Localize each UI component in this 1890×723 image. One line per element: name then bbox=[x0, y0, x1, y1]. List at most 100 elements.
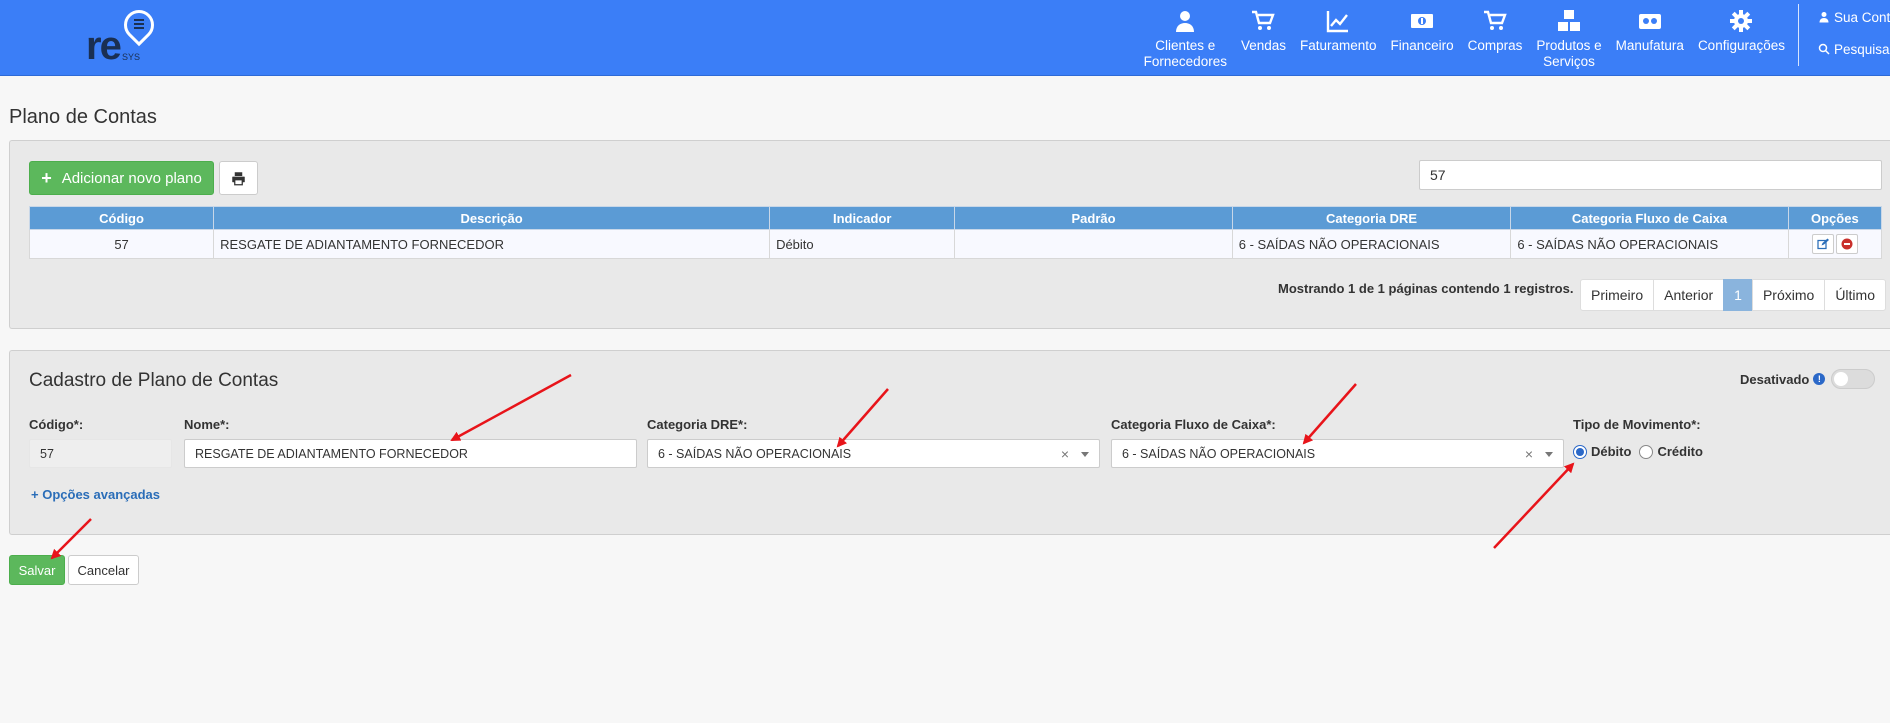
nome-input[interactable]: RESGATE DE ADIANTAMENTO FORNECEDOR bbox=[184, 439, 637, 468]
advanced-options-link[interactable]: + Opções avançadas bbox=[31, 487, 160, 502]
logo-text: re bbox=[86, 24, 122, 68]
disabled-toggle-group: Desativado ! bbox=[1740, 369, 1876, 389]
nome-value: RESGATE DE ADIANTAMENTO FORNECEDOR bbox=[195, 446, 468, 461]
page-prev[interactable]: Anterior bbox=[1653, 279, 1725, 311]
fluxo-label: Categoria Fluxo de Caixa*: bbox=[1111, 417, 1276, 432]
dre-select[interactable]: 6 - SAÍDAS NÃO OPERACIONAIS × bbox=[647, 439, 1100, 468]
nav-label-line1: Compras bbox=[1467, 38, 1523, 53]
page-first[interactable]: Primeiro bbox=[1580, 279, 1655, 311]
edit-icon bbox=[1817, 238, 1829, 250]
disabled-label: Desativado bbox=[1740, 371, 1810, 387]
page-last[interactable]: Último bbox=[1824, 279, 1886, 311]
save-button[interactable]: Salvar bbox=[9, 555, 65, 585]
cell-codigo: 57 bbox=[28, 229, 215, 259]
industry-icon bbox=[1637, 8, 1663, 34]
nav-item-compras[interactable]: Compras bbox=[1461, 8, 1530, 70]
nav-item-produtos-servicos[interactable]: Produtos e Serviços bbox=[1529, 8, 1608, 70]
search-icon bbox=[1818, 43, 1830, 55]
cell-categoria-fluxo: 6 - SAÍDAS NÃO OPERACIONAIS bbox=[1510, 229, 1789, 259]
add-plan-button[interactable]: + Adicionar novo plano bbox=[29, 161, 214, 195]
form-title: Cadastro de Plano de Contas bbox=[29, 370, 279, 391]
search-menu[interactable]: Pesquisar bbox=[1818, 42, 1890, 57]
user-icon bbox=[1172, 8, 1198, 34]
nav-item-clientes-fornecedores[interactable]: Clientes e Fornecedores bbox=[1137, 8, 1234, 70]
cart-icon bbox=[1482, 8, 1508, 34]
column-header-categoria-fluxo[interactable]: Categoria Fluxo de Caixa bbox=[1510, 206, 1789, 230]
advanced-options-label: Opções avançadas bbox=[42, 487, 161, 502]
chevron-down-icon bbox=[1081, 452, 1089, 457]
dre-selected-value: 6 - SAÍDAS NÃO OPERACIONAIS bbox=[658, 446, 852, 461]
minus-circle-icon bbox=[1841, 238, 1853, 250]
edit-button[interactable] bbox=[1811, 234, 1834, 254]
nome-label: Nome*: bbox=[184, 417, 230, 432]
info-icon[interactable]: ! bbox=[1813, 373, 1826, 385]
tipo-label: Tipo de Movimento*: bbox=[1573, 417, 1701, 432]
page-next[interactable]: Próximo bbox=[1751, 279, 1826, 311]
nav-label-line1: Financeiro bbox=[1390, 38, 1454, 53]
plus-icon: + bbox=[41, 167, 52, 188]
nav-item-manufatura[interactable]: Manufatura bbox=[1609, 8, 1691, 70]
radio-credito[interactable] bbox=[1639, 444, 1654, 459]
app-logo[interactable]: re SYS bbox=[86, 3, 161, 68]
codigo-field: 57 bbox=[29, 439, 172, 468]
search-input[interactable] bbox=[1419, 160, 1882, 190]
account-label: Sua Conta bbox=[1834, 10, 1890, 25]
column-header-padrao[interactable]: Padrão bbox=[954, 206, 1233, 230]
nav-item-faturamento[interactable]: Faturamento bbox=[1293, 8, 1384, 70]
line-chart-icon bbox=[1325, 8, 1351, 34]
debito-label[interactable]: Débito bbox=[1591, 444, 1631, 459]
radio-debito[interactable] bbox=[1573, 444, 1587, 459]
nav-item-financeiro[interactable]: Financeiro bbox=[1384, 8, 1461, 70]
accounts-list-panel: + Adicionar novo plano Código Descrição … bbox=[9, 140, 1890, 329]
nav-label-line1: Manufatura bbox=[1615, 38, 1684, 53]
fluxo-select[interactable]: 6 - SAÍDAS NÃO OPERACIONAIS × bbox=[1111, 439, 1564, 468]
dre-label: Categoria DRE*: bbox=[647, 417, 748, 432]
column-header-indicador[interactable]: Indicador bbox=[769, 206, 956, 230]
account-form-panel: Cadastro de Plano de Contas Desativado !… bbox=[9, 350, 1890, 535]
clear-selection-icon[interactable]: × bbox=[1525, 446, 1533, 462]
print-button[interactable] bbox=[219, 161, 258, 195]
tipo-radio-group: Débito Crédito bbox=[1573, 444, 1711, 459]
nav-label-line1: Configurações bbox=[1697, 38, 1785, 53]
logo-subtext: SYS bbox=[122, 52, 141, 62]
top-navbar: re SYS Clientes e Fornecedores Vendas Fa… bbox=[0, 0, 1890, 76]
nav-label-line2: Fornecedores bbox=[1143, 54, 1227, 69]
search-label: Pesquisar bbox=[1834, 42, 1890, 57]
clear-selection-icon[interactable]: × bbox=[1061, 446, 1069, 462]
cancel-button[interactable]: Cancelar bbox=[68, 555, 139, 585]
cell-padrao bbox=[954, 229, 1233, 259]
pagination-info: Mostrando 1 de 1 páginas contendo 1 regi… bbox=[1278, 281, 1574, 296]
money-icon bbox=[1409, 8, 1435, 34]
codigo-label: Código*: bbox=[29, 417, 84, 432]
nav-item-vendas[interactable]: Vendas bbox=[1234, 8, 1293, 70]
accounts-table: Código Descrição Indicador Padrão Catego… bbox=[28, 206, 1883, 259]
nav-label-line1: Vendas bbox=[1240, 38, 1286, 53]
account-menu[interactable]: Sua Conta bbox=[1818, 10, 1890, 25]
nav-item-configuracoes[interactable]: Configurações bbox=[1691, 8, 1792, 70]
table-row[interactable]: 57 RESGATE DE ADIANTAMENTO FORNECEDOR Dé… bbox=[28, 229, 1883, 259]
plus-icon: + bbox=[31, 487, 39, 502]
cell-categoria-dre: 6 - SAÍDAS NÃO OPERACIONAIS bbox=[1231, 229, 1512, 259]
page-current[interactable]: 1 bbox=[1723, 279, 1753, 311]
column-header-codigo[interactable]: Código bbox=[28, 206, 215, 230]
credito-label[interactable]: Crédito bbox=[1657, 444, 1703, 459]
nav-divider bbox=[1798, 4, 1799, 66]
disabled-toggle[interactable] bbox=[1831, 369, 1876, 389]
cart-icon bbox=[1250, 8, 1276, 34]
nav-label-line1: Clientes e bbox=[1155, 38, 1216, 53]
column-header-categoria-dre[interactable]: Categoria DRE bbox=[1231, 206, 1512, 230]
toggle-knob bbox=[1834, 372, 1849, 386]
pagination: Primeiro Anterior 1 Próximo Último bbox=[1580, 279, 1886, 311]
nav-label-line1: Faturamento bbox=[1300, 38, 1377, 53]
print-icon bbox=[232, 171, 245, 185]
menu-lines-icon bbox=[134, 19, 144, 31]
fluxo-selected-value: 6 - SAÍDAS NÃO OPERACIONAIS bbox=[1122, 446, 1316, 461]
nav-label-line2: Serviços bbox=[1543, 54, 1595, 69]
add-plan-label: Adicionar novo plano bbox=[61, 169, 202, 187]
gear-icon bbox=[1728, 8, 1754, 34]
cell-opcoes bbox=[1787, 229, 1883, 259]
cubes-icon bbox=[1556, 8, 1582, 34]
column-header-opcoes: Opções bbox=[1787, 206, 1883, 230]
delete-button[interactable] bbox=[1835, 234, 1858, 254]
column-header-descricao[interactable]: Descrição bbox=[213, 206, 771, 230]
